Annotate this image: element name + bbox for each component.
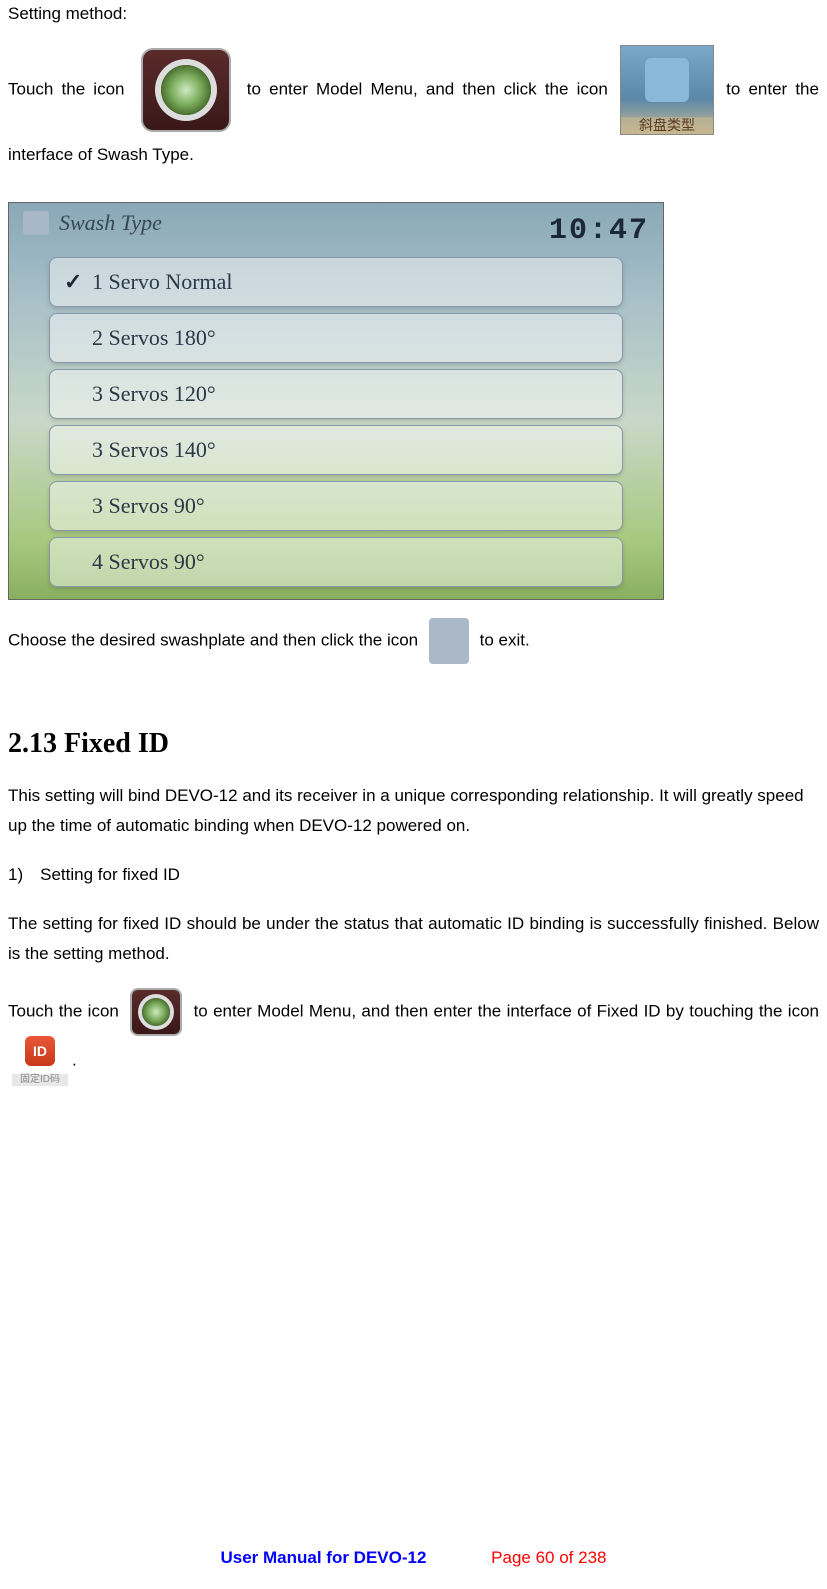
option-label: 1 Servo Normal (92, 264, 233, 299)
fixed-id-icon: ID 固定ID码 (12, 1036, 68, 1086)
settings-gear-icon (130, 988, 182, 1036)
fixed-id-instruction: Touch the icon to enter Model Menu, and … (8, 988, 819, 1086)
text-fragment: to exit. (480, 630, 530, 649)
id-icon-caption: 固定ID码 (12, 1074, 68, 1086)
settings-gear-icon (141, 48, 231, 132)
option-label: 3 Servos 140° (92, 432, 216, 467)
list-item: ✓1 Servo Normal (49, 257, 623, 307)
text-fragment: Touch the icon (8, 1001, 124, 1020)
option-label: 2 Servos 180° (92, 320, 216, 355)
swash-icon-caption: 斜盘类型 (621, 117, 713, 134)
text-fragment: Choose the desired swashplate and then c… (8, 630, 423, 649)
list-item: 3 Servos 120° (49, 369, 623, 419)
footer-title: User Manual for DEVO-12 (220, 1548, 426, 1567)
text-fragment: to enter Model Menu, and then enter the … (194, 1001, 819, 1020)
footer-page-number: Page 60 of 238 (491, 1548, 606, 1567)
option-label: 4 Servos 90° (92, 544, 205, 579)
screenshot-title: Swash Type (59, 205, 162, 240)
list-item: 3 Servos 90° (49, 481, 623, 531)
id-badge: ID (25, 1036, 55, 1066)
setting-method-heading: Setting method: (8, 0, 819, 27)
option-label: 3 Servos 90° (92, 488, 205, 523)
list-item: 3 Servos 140° (49, 425, 623, 475)
screenshot-clock: 10:47 (549, 207, 649, 255)
back-icon (429, 618, 469, 664)
checkmark-icon: ✓ (64, 264, 92, 299)
text-fragment: . (72, 1050, 77, 1069)
list-item: 2 Servos 180° (49, 313, 623, 363)
intro-paragraph-1: Touch the icon to enter Model Menu, and … (8, 45, 819, 176)
swash-type-screenshot: Swash Type 10:47 ✓1 Servo Normal 2 Servo… (8, 202, 664, 600)
swash-option-list: ✓1 Servo Normal 2 Servos 180° 3 Servos 1… (9, 257, 663, 593)
swash-type-icon: 斜盘类型 (620, 45, 714, 135)
list-item: 4 Servos 90° (49, 537, 623, 587)
screenshot-back-icon (23, 211, 49, 235)
subheading-setting-fixed-id: 1) Setting for fixed ID (8, 860, 819, 891)
intro-paragraph-2: Choose the desired swashplate and then c… (8, 618, 819, 664)
option-label: 3 Servos 120° (92, 376, 216, 411)
text-fragment: to enter Model Menu, and then click the … (247, 80, 616, 99)
fixed-id-setting-note: The setting for fixed ID should be under… (8, 909, 819, 970)
text-fragment: Touch the icon (8, 80, 133, 99)
section-heading-fixed-id: 2.13 Fixed ID (8, 722, 819, 767)
page-footer: User Manual for DEVO-12 Page 60 of 238 (0, 1544, 827, 1571)
fixed-id-description: This setting will bind DEVO-12 and its r… (8, 781, 819, 842)
